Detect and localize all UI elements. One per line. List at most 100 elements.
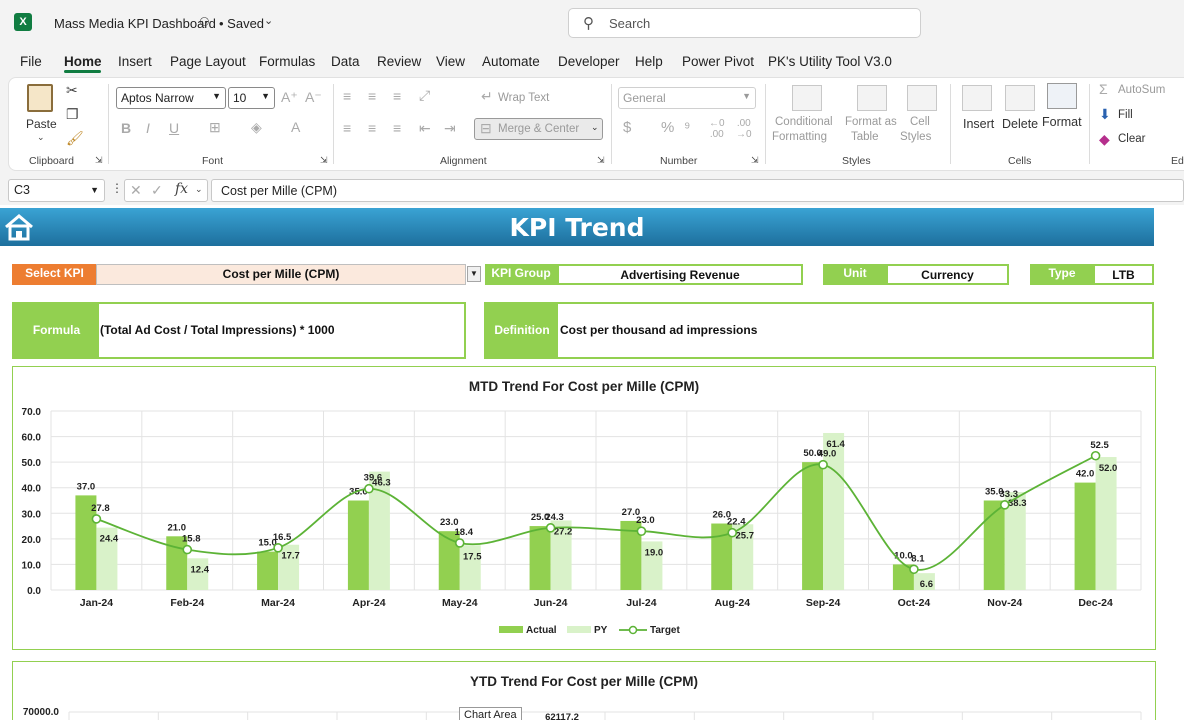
save-status[interactable]: • Saved xyxy=(219,16,264,31)
delete-cells-icon[interactable] xyxy=(1005,85,1035,111)
paste-icon[interactable] xyxy=(27,84,53,112)
format-as-label[interactable]: Format as xyxy=(845,116,897,128)
table-label[interactable]: Table xyxy=(851,131,879,143)
formatting-label[interactable]: Formatting xyxy=(772,131,827,143)
cell-styles-icon[interactable] xyxy=(907,85,937,111)
increase-font-icon[interactable]: A⁺ xyxy=(281,89,298,106)
underline-icon[interactable]: U xyxy=(169,120,179,136)
format-cells-icon[interactable] xyxy=(1047,83,1077,109)
name-box[interactable]: C3 ▼ xyxy=(8,179,105,202)
paste-button[interactable]: Paste xyxy=(26,117,57,131)
kpi-dropdown-button[interactable]: ▼ xyxy=(467,266,481,282)
dialog-launcher-icon[interactable]: ⇲ xyxy=(95,155,103,166)
borders-icon[interactable]: ⊞ xyxy=(209,119,221,136)
decrease-decimal-icon[interactable]: .00 →0 xyxy=(736,118,752,140)
comma-icon[interactable]: ⁹ xyxy=(684,119,690,136)
actual-bar xyxy=(1074,482,1096,590)
tab-formulas[interactable]: Formulas xyxy=(259,54,315,69)
conditional-formatting-icon[interactable] xyxy=(792,85,822,111)
align-bottom-icon[interactable]: ≡ xyxy=(393,88,401,104)
insert-button[interactable]: Insert xyxy=(963,117,994,131)
formula-input[interactable]: Cost per Mille (CPM) xyxy=(211,179,1184,202)
cut-icon[interactable]: ✂ xyxy=(66,82,78,99)
copy-icon[interactable]: ❐ xyxy=(66,106,79,123)
format-as-table-icon[interactable] xyxy=(857,85,887,111)
tab-developer[interactable]: Developer xyxy=(558,54,620,69)
cell-label[interactable]: Cell xyxy=(910,116,930,128)
dialog-launcher-icon[interactable]: ⇲ xyxy=(751,155,759,166)
chevron-down-icon: ▼ xyxy=(212,91,221,101)
select-kpi-cell[interactable]: Cost per Mille (CPM) xyxy=(96,264,466,285)
increase-indent-icon[interactable]: ⇥ xyxy=(444,120,456,137)
paste-chevron-icon[interactable]: ⌄ xyxy=(37,132,45,143)
decrease-indent-icon[interactable]: ⇤ xyxy=(419,120,431,137)
format-painter-icon[interactable]: 🖌 xyxy=(66,130,84,147)
clear-icon[interactable]: ◆ xyxy=(1099,131,1110,148)
shared-users-icon[interactable]: ⚇ xyxy=(199,15,210,29)
dialog-launcher-icon[interactable]: ⇲ xyxy=(320,155,328,166)
enter-icon[interactable]: ✓ xyxy=(151,182,163,199)
decrease-font-icon[interactable]: A⁻ xyxy=(305,89,322,106)
align-top-icon[interactable]: ≡ xyxy=(343,88,351,104)
dialog-launcher-icon[interactable]: ⇲ xyxy=(597,155,605,166)
font-color-icon[interactable]: A xyxy=(291,119,300,135)
format-button[interactable]: Format xyxy=(1042,115,1082,129)
ytd-chart-area[interactable]: YTD Trend For Cost per Mille (CPM) 70000… xyxy=(12,661,1156,720)
target-point xyxy=(182,544,193,555)
tab-help[interactable]: Help xyxy=(635,54,663,69)
target-point xyxy=(636,526,647,536)
fill-icon[interactable]: ⬇ xyxy=(1099,106,1111,123)
wrap-text-icon[interactable]: ↵ xyxy=(481,88,493,105)
home-icon[interactable] xyxy=(3,212,35,242)
tab-power-pivot[interactable]: Power Pivot xyxy=(682,54,754,69)
more-options-icon[interactable]: ⋮ xyxy=(111,181,123,195)
align-left-icon[interactable]: ≡ xyxy=(343,120,351,136)
x-tick-label: Sep-24 xyxy=(806,597,841,609)
unit-label: Unit xyxy=(823,264,887,285)
tab-file[interactable]: File xyxy=(20,54,42,69)
tab-automate[interactable]: Automate xyxy=(482,54,540,69)
conditional-label[interactable]: Conditional xyxy=(775,116,833,128)
mtd-chart-area[interactable]: MTD Trend For Cost per Mille (CPM) 0.0 10… xyxy=(12,366,1156,650)
insert-cells-icon[interactable] xyxy=(962,85,992,111)
align-center-icon[interactable]: ≡ xyxy=(368,120,376,136)
font-size-select[interactable]: 10 ▼ xyxy=(228,87,275,109)
autosum-icon[interactable]: Σ xyxy=(1099,81,1108,97)
number-format-select[interactable]: General ▼ xyxy=(618,87,756,109)
tab-page-layout[interactable]: Page Layout xyxy=(170,54,246,69)
insert-function-icon[interactable]: fx xyxy=(175,181,188,197)
search-box[interactable]: ⚲ Search xyxy=(568,8,921,38)
italic-icon[interactable]: I xyxy=(146,120,150,136)
percent-icon[interactable]: % xyxy=(661,119,674,136)
tab-view[interactable]: View xyxy=(436,54,465,69)
x-tick-label: Aug-24 xyxy=(714,597,750,609)
chevron-down-icon[interactable]: ⌄ xyxy=(264,14,273,27)
delete-button[interactable]: Delete xyxy=(1002,117,1038,131)
increase-decimal-icon[interactable]: ←0.00 xyxy=(709,118,725,140)
styles-label[interactable]: Styles xyxy=(900,131,931,143)
target-data-label: 27.8 xyxy=(91,503,110,514)
select-kpi-label: Select KPI xyxy=(12,264,97,285)
formula-buttons: ✕ ✓ fx ⌄ xyxy=(124,179,208,202)
align-right-icon[interactable]: ≡ xyxy=(393,120,401,136)
chevron-down-icon[interactable]: ⌄ xyxy=(195,184,203,195)
tab-review[interactable]: Review xyxy=(377,54,421,69)
merge-center-button[interactable]: ⊟ Merge & Center ⌄ xyxy=(474,118,603,140)
target-data-label: 15.8 xyxy=(182,534,201,545)
orientation-icon[interactable]: ⤢ xyxy=(419,87,430,104)
cancel-icon[interactable]: ✕ xyxy=(130,182,142,199)
name-box-value: C3 xyxy=(14,183,30,197)
currency-icon[interactable]: $ xyxy=(623,119,631,136)
tab-home[interactable]: Home xyxy=(64,54,102,69)
align-middle-icon[interactable]: ≡ xyxy=(368,88,376,104)
tab-utility-tool[interactable]: PK's Utility Tool V3.0 xyxy=(768,54,892,69)
fill-button[interactable]: Fill xyxy=(1118,109,1133,121)
bold-icon[interactable]: B xyxy=(121,120,131,136)
font-name-select[interactable]: Aptos Narrow ▼ xyxy=(116,87,226,109)
clear-button[interactable]: Clear xyxy=(1118,133,1145,145)
wrap-text-button[interactable]: Wrap Text xyxy=(498,92,549,104)
fill-color-icon[interactable]: ◈ xyxy=(251,119,262,136)
tab-data[interactable]: Data xyxy=(331,54,360,69)
tab-insert[interactable]: Insert xyxy=(118,54,152,69)
autosum-button[interactable]: AutoSum xyxy=(1118,84,1165,96)
